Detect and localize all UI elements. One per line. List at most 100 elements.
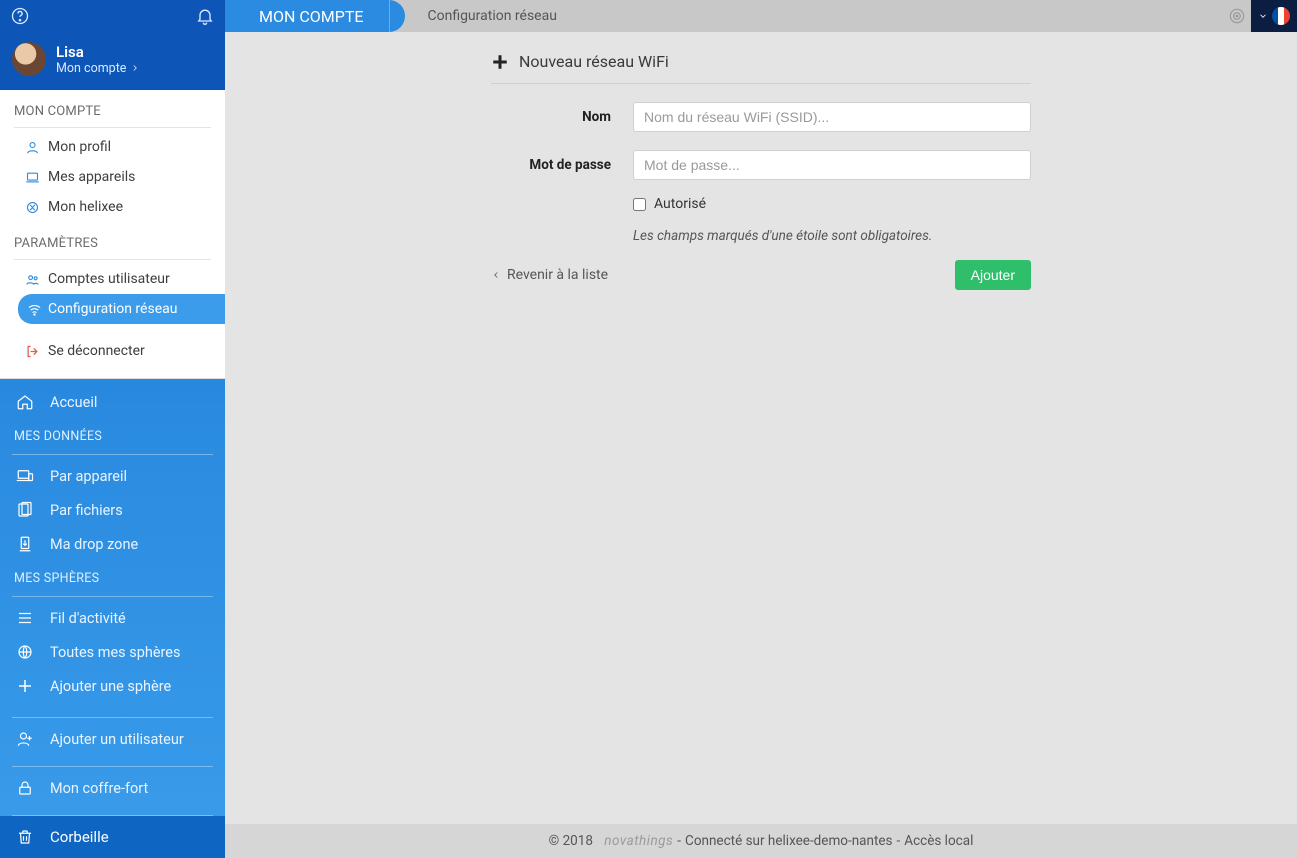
label: Par fichiers [50, 502, 123, 519]
label: Par appareil [50, 468, 127, 485]
access-mode: Accès local [904, 833, 973, 849]
sidebar-top [0, 0, 225, 32]
sidebar-item-logout[interactable]: Se déconnecter [0, 336, 225, 366]
nav-by-files[interactable]: Par fichiers [0, 493, 225, 527]
sidebar-item-helixee[interactable]: Mon helixee [0, 192, 225, 222]
sep: - [677, 833, 681, 849]
lock-icon [14, 779, 36, 797]
account-panel: MON COMPTE Mon profil Mes appareils Mon … [0, 90, 225, 379]
label: Mes appareils [48, 169, 135, 185]
trash-icon [14, 828, 36, 846]
nav-home[interactable]: Accueil [0, 385, 225, 419]
help-icon[interactable] [10, 6, 30, 26]
back-label: Revenir à la liste [507, 267, 608, 283]
form-title: Nouveau réseau WiFi [519, 52, 669, 71]
list-icon [14, 609, 36, 627]
chevron-down-icon [1258, 11, 1268, 21]
label: Accueil [50, 394, 97, 411]
nav-heading-spheres: MES SPHÈRES [0, 561, 225, 592]
add-button[interactable]: Ajouter [955, 260, 1031, 290]
copyright: © 2018 [549, 833, 593, 849]
target-icon[interactable] [1223, 6, 1251, 26]
user-account-link[interactable]: Mon compte [56, 61, 140, 76]
nav-activity[interactable]: Fil d'activité [0, 601, 225, 635]
files-icon [14, 501, 36, 519]
nav-dropzone[interactable]: Ma drop zone [0, 527, 225, 561]
wifi-form: Nouveau réseau WiFi Nom Mot de passe Aut… [491, 50, 1031, 290]
wifi-icon [26, 302, 42, 317]
required-note: Les champs marqués d'une étoile sont obl… [633, 228, 1031, 244]
chevron-left-icon [491, 270, 501, 280]
tab-my-account[interactable]: MON COMPTE [225, 0, 389, 32]
main: Nouveau réseau WiFi Nom Mot de passe Aut… [225, 32, 1297, 824]
divider [14, 127, 211, 128]
breadcrumb: Configuration réseau [389, 8, 556, 24]
user-plus-icon [14, 730, 36, 748]
authorized-checkbox[interactable] [633, 198, 646, 211]
laptop-icon [24, 170, 40, 185]
user-icon [24, 140, 40, 155]
users-icon [24, 272, 40, 287]
label: Mon coffre-fort [50, 780, 148, 797]
home-icon [14, 393, 36, 411]
account-heading: MON COMPTE [0, 90, 225, 127]
globe-icon [14, 643, 36, 661]
plus-bold-icon [491, 53, 509, 71]
plus-icon [14, 677, 36, 695]
helixee-icon [24, 200, 40, 215]
tab-label: MON COMPTE [259, 7, 363, 26]
nav-add-user[interactable]: Ajouter un utilisateur [0, 722, 225, 756]
label: Ajouter un utilisateur [50, 731, 184, 748]
divider [12, 454, 213, 455]
label: Comptes utilisateur [48, 271, 170, 287]
divider [12, 596, 213, 597]
avatar [12, 42, 46, 76]
nav-vault[interactable]: Mon coffre-fort [0, 771, 225, 805]
name-label: Nom [491, 109, 611, 125]
sidebar-item-user-accounts[interactable]: Comptes utilisateur [0, 264, 225, 294]
sep: - [897, 833, 901, 849]
sidebar-item-devices[interactable]: Mes appareils [0, 162, 225, 192]
label: Mon helixee [48, 199, 123, 215]
password-label: Mot de passe [491, 157, 611, 173]
settings-heading: PARAMÈTRES [0, 222, 225, 259]
nav-all-spheres[interactable]: Toutes mes sphères [0, 635, 225, 669]
devices-icon [14, 467, 36, 485]
label: Ma drop zone [50, 536, 138, 553]
flag-fr-icon [1272, 7, 1290, 25]
language-selector[interactable] [1251, 0, 1297, 32]
label: Se déconnecter [48, 343, 145, 359]
label: Ajouter une sphère [50, 678, 171, 695]
main-nav: Accueil MES DONNÉES Par appareil Par fic… [0, 379, 225, 816]
sidebar-item-network[interactable]: Configuration réseau [18, 294, 225, 324]
bell-icon[interactable] [195, 6, 215, 26]
nav-add-sphere[interactable]: Ajouter une sphère [0, 669, 225, 703]
chevron-right-icon [130, 63, 140, 73]
password-input[interactable] [633, 150, 1031, 180]
sidebar: Lisa Mon compte MON COMPTE Mon profil Me… [0, 0, 225, 858]
user-account-label: Mon compte [56, 61, 126, 76]
logout-icon [24, 344, 40, 359]
label: Toutes mes sphères [50, 644, 180, 661]
topbar: MON COMPTE Configuration réseau [225, 0, 1297, 32]
ssid-input[interactable] [633, 102, 1031, 132]
label: Corbeille [50, 828, 109, 846]
nav-by-device[interactable]: Par appareil [0, 459, 225, 493]
dropzone-icon [14, 535, 36, 553]
sidebar-item-profile[interactable]: Mon profil [0, 132, 225, 162]
divider [12, 717, 213, 718]
brand: novathings [604, 833, 673, 849]
footer: © 2018 novathings - Connecté sur helixee… [225, 824, 1297, 858]
form-title-row: Nouveau réseau WiFi [491, 50, 1031, 84]
user-name: Lisa [56, 43, 140, 61]
divider [12, 766, 213, 767]
nav-trash[interactable]: Corbeille [0, 816, 225, 858]
user-block: Lisa Mon compte [0, 32, 225, 90]
nav-heading-data: MES DONNÉES [0, 419, 225, 450]
label: Fil d'activité [50, 610, 126, 627]
divider [14, 259, 211, 260]
label: Configuration réseau [48, 301, 177, 317]
back-link[interactable]: Revenir à la liste [491, 267, 608, 283]
authorized-label: Autorisé [654, 196, 706, 212]
label: Mon profil [48, 139, 111, 155]
